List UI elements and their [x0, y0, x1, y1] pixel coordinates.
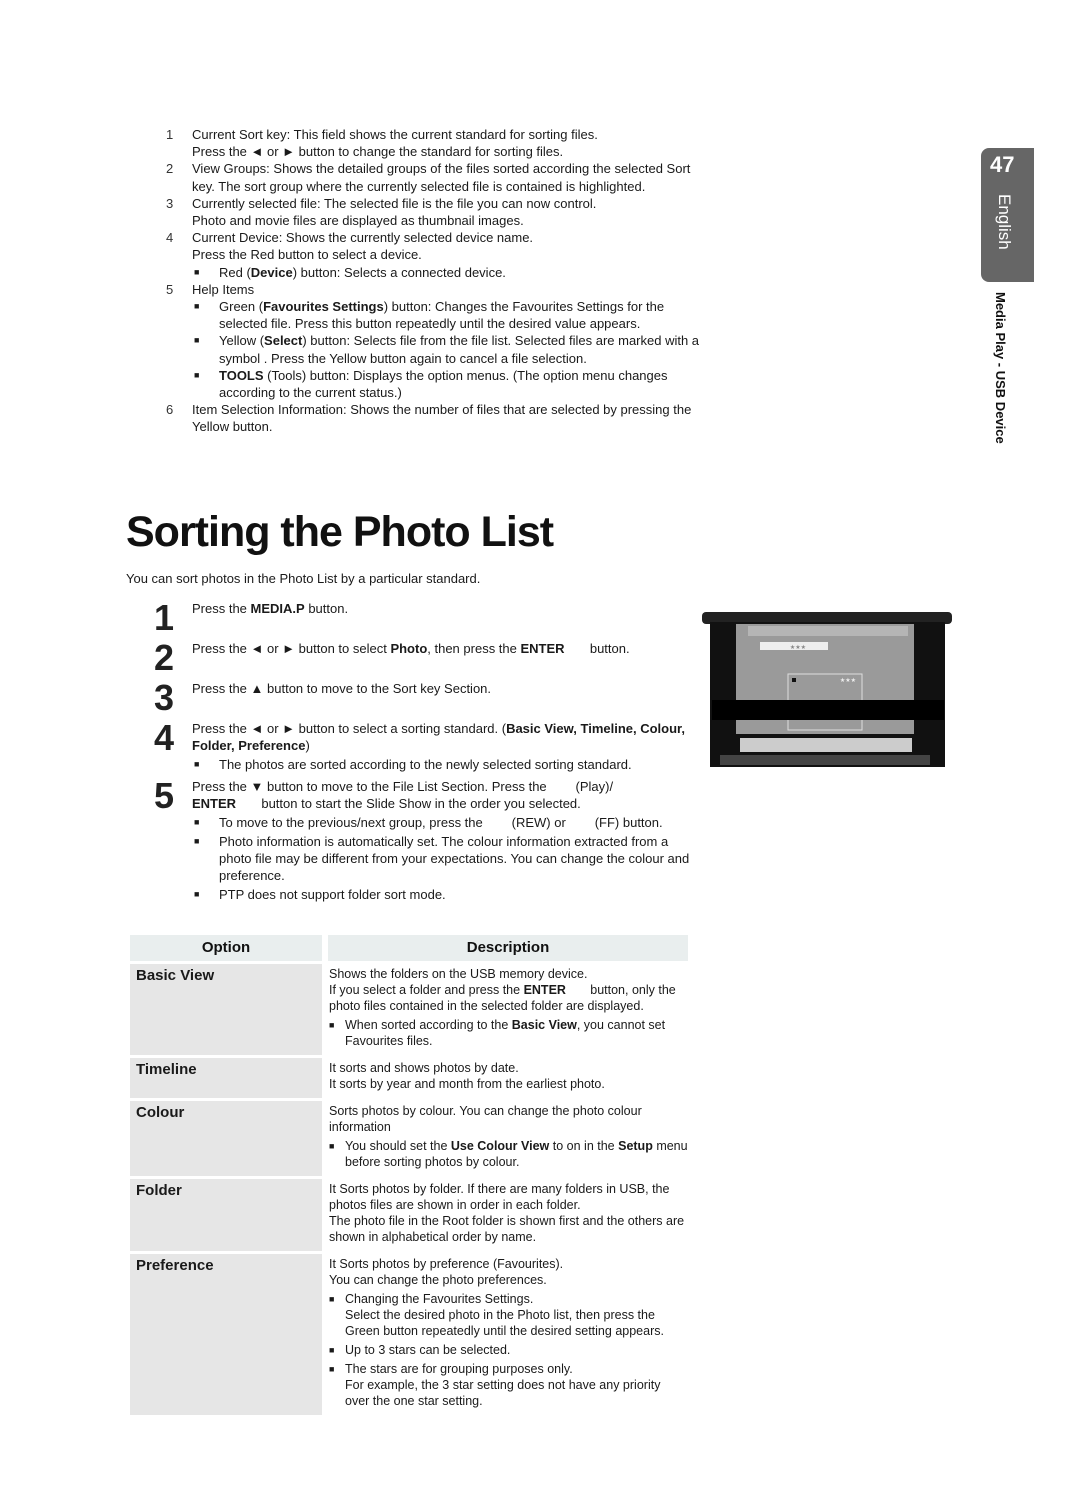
- step-item: 1 Press the MEDIA.P button.: [152, 600, 692, 636]
- option-description: Shows the folders on the USB memory devi…: [328, 964, 688, 1055]
- bullet-icon: ■: [194, 889, 200, 900]
- bottom-panel: [720, 755, 930, 765]
- table-row: Timeline It sorts and shows photos by dat…: [130, 1058, 688, 1098]
- page-title: Sorting the Photo List: [126, 508, 554, 556]
- table-row: Folder It Sorts photos by folder. If ther…: [130, 1179, 688, 1251]
- bullet-icon: ■: [194, 759, 200, 769]
- step-item: 3 Press the ▲ button to move to the Sort …: [152, 680, 692, 716]
- step-item: 5 Press the ▼ button to move to the File …: [152, 775, 692, 903]
- legend-item: 6 Item Selection Information: Shows the n…: [164, 401, 704, 435]
- bullet-icon: ■: [194, 266, 200, 277]
- section-label: Media Play - USB Device: [993, 292, 1008, 444]
- step-item: 2 Press the ◄ or ► button to select Photo…: [152, 640, 692, 676]
- step-text: Press the ◄ or ► button to select Photo,…: [192, 641, 630, 656]
- intro-text: You can sort photos in the Photo List by…: [126, 571, 481, 586]
- column-header-option: Option: [130, 935, 322, 961]
- option-description: Sorts photos by colour. You can change t…: [329, 1104, 688, 1169]
- description-note: ■ The stars are for grouping purposes onl…: [329, 1362, 661, 1408]
- stars-label: ★★★: [790, 644, 806, 651]
- legend-text: View Groups: Shows the detailed groups o…: [192, 161, 691, 194]
- legend-item: 3 Currently selected file: The selected f…: [164, 195, 704, 229]
- step-text: Press the ◄ or ► button to select a sort…: [192, 721, 685, 753]
- legend-subitem: ■ Yellow (Select) button: Selects file fr…: [194, 333, 700, 366]
- legend-number: 5: [166, 281, 174, 297]
- step-text: Press the ▼ button to move to the File L…: [192, 779, 614, 811]
- step-number: 5: [154, 775, 175, 816]
- description-note: ■ Up to 3 stars can be selected.: [329, 1343, 511, 1357]
- legend-text: Current Sort key: This field shows the c…: [192, 127, 598, 142]
- bullet-icon: ■: [194, 369, 200, 380]
- step-number: 3: [154, 677, 175, 718]
- legend-number: 1: [166, 127, 174, 142]
- language-label: English: [995, 194, 1014, 250]
- description-note: ■ Changing the Favourites Settings. Select…: [329, 1292, 664, 1338]
- legend-text: Item Selection Information: Shows the nu…: [192, 402, 692, 435]
- description-note: ■ You should set the Use Colour View to o…: [329, 1139, 688, 1169]
- selected-stars: ★★★: [840, 677, 856, 684]
- bottom-bar: [740, 738, 912, 752]
- table-header-row: Option Description: [130, 935, 688, 961]
- legend-number: 2: [166, 161, 174, 177]
- table-row: Colour Sorts photos by colour. You can ch…: [130, 1101, 688, 1176]
- option-name: Colour: [130, 1101, 322, 1176]
- legend-subitem: ■ Red (Device) button: Selects a connecte…: [194, 264, 506, 280]
- options-table: Option Description Basic View Shows the fol…: [130, 932, 688, 1418]
- table-row: Basic View Shows the folders on the USB m…: [130, 964, 688, 1055]
- legend-text: Currently selected file: The selected fi…: [192, 195, 597, 211]
- file-strip: [712, 700, 944, 720]
- legend-text: Help Items: [192, 281, 255, 297]
- step-text: Press the MEDIA.P button.: [192, 601, 349, 616]
- legend-item: 1 Current Sort key: This field shows the …: [164, 126, 704, 160]
- legend-text: Current Device: Shows the currently sele…: [192, 230, 534, 246]
- step-note: ■ PTP does not support folder sort mode.: [194, 887, 446, 903]
- bullet-icon: ■: [329, 1020, 335, 1030]
- legend-subitem: ■ TOOLS (Tools) button: Displays the opti…: [194, 367, 668, 401]
- option-description: It Sorts photos by folder. If there are …: [329, 1182, 685, 1244]
- legend-number: 4: [166, 230, 174, 246]
- step-number: 4: [154, 717, 175, 758]
- selected-marker: [792, 678, 796, 682]
- bullet-icon: ■: [329, 1345, 335, 1355]
- legend-text: Press the Red button to select a device.: [192, 247, 422, 263]
- legend-item: 5 Help Items ■ Green (Favourites Settings) …: [164, 281, 704, 401]
- option-name: Timeline: [130, 1058, 322, 1098]
- legend-number: 6: [166, 402, 174, 418]
- step-note: ■ The photos are sorted according to the …: [194, 757, 632, 772]
- step-note: ■ To move to the previous/next group, pre…: [194, 815, 663, 830]
- step-item: 4 Press the ◄ or ► button to select a sor…: [152, 717, 692, 773]
- legend-text: Press the ◄ or ► button to change the st…: [192, 144, 564, 160]
- option-name: Folder: [130, 1179, 322, 1251]
- legend-item: 2 View Groups: Shows the detailed groups …: [164, 160, 704, 194]
- column-header-description: Description: [328, 935, 688, 961]
- step-note: ■ Photo information is automatically set.…: [194, 834, 690, 884]
- step-number: 2: [154, 637, 175, 678]
- legend-subitem: ■ Green (Favourites Settings) button: Cha…: [194, 299, 665, 332]
- step-text: Press the ▲ button to move to the Sort k…: [192, 681, 492, 696]
- option-description: It Sorts photos by preference (Favourite…: [328, 1254, 688, 1415]
- bullet-icon: ■: [329, 1294, 335, 1304]
- sort-bar: [748, 626, 908, 636]
- bullet-icon: ■: [194, 836, 200, 847]
- step-number: 1: [154, 597, 175, 638]
- option-description: It sorts and shows photos by date. It sor…: [329, 1061, 605, 1091]
- table-row: Preference It Sorts photos by preference …: [130, 1254, 688, 1415]
- description-note: ■ When sorted according to the Basic View…: [329, 1018, 666, 1048]
- legend-text: Photo and movie files are displayed as t…: [192, 213, 524, 229]
- bullet-icon: ■: [329, 1364, 335, 1374]
- legend-list: 1 Current Sort key: This field shows the …: [164, 126, 704, 436]
- bullet-icon: ■: [329, 1141, 335, 1151]
- page-number: 47: [990, 152, 1015, 177]
- option-name: Basic View: [130, 964, 322, 1055]
- bullet-icon: ■: [194, 817, 200, 827]
- option-name: Preference: [130, 1254, 322, 1415]
- tv-screen-illustration: ★★★ ★★★: [702, 612, 952, 767]
- bullet-icon: ■: [194, 335, 200, 346]
- legend-number: 3: [166, 195, 174, 211]
- legend-item: 4 Current Device: Shows the currently sel…: [164, 229, 704, 281]
- bullet-icon: ■: [194, 301, 200, 312]
